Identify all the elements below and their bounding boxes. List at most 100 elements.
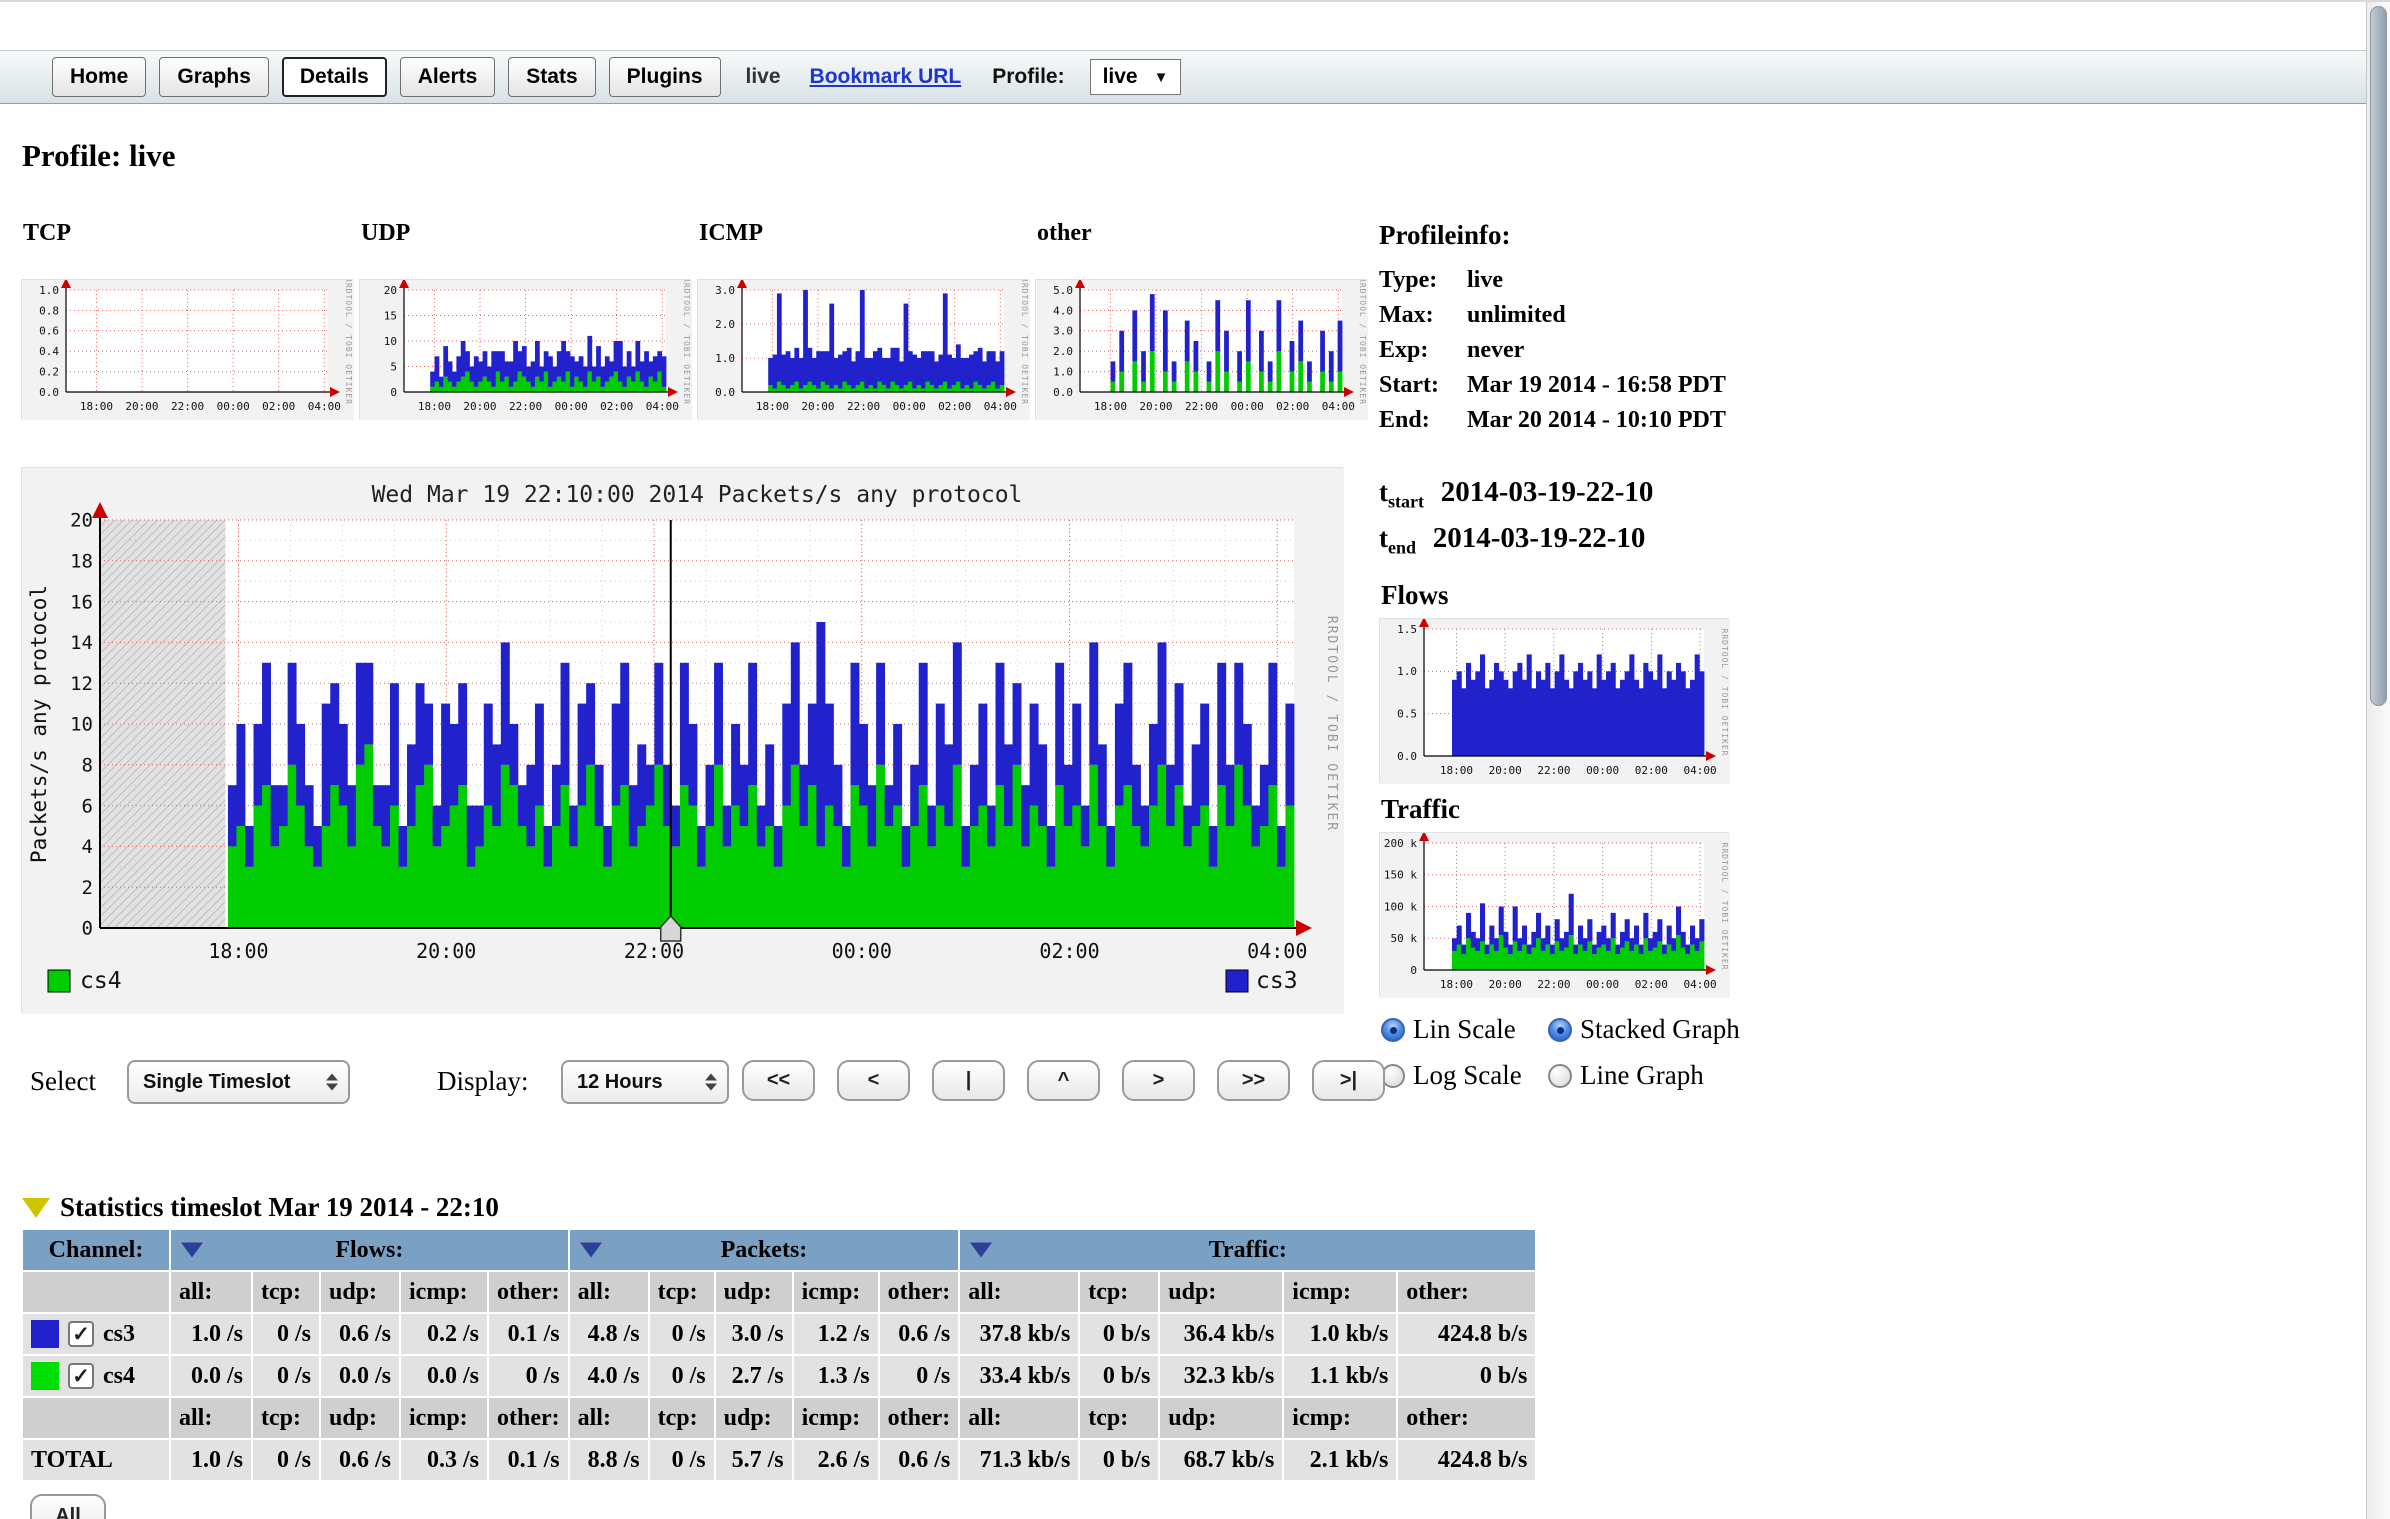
tab-stats[interactable]: Stats <box>508 57 595 97</box>
svg-text:Wed Mar 19 22:10:00 2014 Packe: Wed Mar 19 22:10:00 2014 Packets/s any p… <box>372 482 1023 508</box>
svg-text:00:00: 00:00 <box>1586 764 1619 777</box>
timeslot-select[interactable]: Single Timeslot <box>127 1060 350 1104</box>
profile-dropdown[interactable]: live ▼ <box>1090 59 1182 95</box>
up-button[interactable]: ^ <box>1027 1060 1100 1101</box>
svg-text:2.0: 2.0 <box>715 318 735 331</box>
svg-text:18:00: 18:00 <box>1094 400 1127 413</box>
all-button[interactable]: All <box>30 1494 106 1519</box>
stat-value: 0 /s <box>489 1356 568 1396</box>
svg-text:3.0: 3.0 <box>715 284 735 297</box>
svg-text:00:00: 00:00 <box>555 400 588 413</box>
forward-button[interactable]: >> <box>1217 1060 1290 1101</box>
icmp-chart-title: ICMP <box>699 220 763 247</box>
select-updown-icon <box>705 1074 717 1091</box>
svg-text:0.0: 0.0 <box>1053 386 1073 399</box>
svg-text:3.0: 3.0 <box>1053 325 1073 338</box>
udp-chart-title: UDP <box>361 220 410 247</box>
stat-value: 4.8 /s <box>570 1314 648 1354</box>
sub-header-label: other: <box>489 1398 568 1438</box>
stat-value: 3.0 /s <box>716 1314 792 1354</box>
sub-header-label: all: <box>171 1272 251 1312</box>
cs3-checkbox[interactable]: ✓ <box>68 1321 94 1347</box>
collapse-triangle-icon[interactable] <box>22 1198 50 1218</box>
chart-canvas-other: 5.04.03.02.01.00.018:0020:0022:0000:0002… <box>1036 280 1368 420</box>
svg-text:20:00: 20:00 <box>1489 978 1522 991</box>
page-end-button[interactable]: >| <box>1312 1060 1385 1101</box>
svg-text:18:00: 18:00 <box>80 400 113 413</box>
channel-cell-cs4: ✓cs4 <box>23 1356 169 1396</box>
stacked-graph-radio[interactable] <box>1548 1018 1572 1042</box>
svg-text:02:00: 02:00 <box>1635 978 1668 991</box>
sub-header-label: udp: <box>321 1398 399 1438</box>
stat-value: 424.8 b/s <box>1398 1314 1535 1354</box>
svg-text:0.8: 0.8 <box>39 304 59 317</box>
svg-text:02:00: 02:00 <box>1276 400 1309 413</box>
stat-value: 0 /s <box>650 1314 714 1354</box>
svg-text:04:00: 04:00 <box>1247 939 1307 963</box>
svg-text:18:00: 18:00 <box>208 939 268 963</box>
svg-text:00:00: 00:00 <box>832 939 892 963</box>
stat-value: 0 /s <box>650 1356 714 1396</box>
packets-group-label: Packets: <box>721 1237 808 1263</box>
flows-collapse-triangle-icon[interactable] <box>181 1243 203 1258</box>
page-title: Profile: live <box>22 138 176 174</box>
scrollbar-thumb[interactable] <box>2370 6 2387 706</box>
chart-canvas-flows: 1.51.00.50.018:0020:0022:0000:0002:0004:… <box>1380 619 1730 784</box>
page-start-button[interactable]: << <box>742 1060 815 1101</box>
tab-details[interactable]: Details <box>282 57 387 97</box>
timeslot-select-value: Single Timeslot <box>143 1071 290 1094</box>
vertical-scrollbar[interactable] <box>2366 2 2390 1519</box>
prev-button[interactable]: < <box>837 1060 910 1101</box>
stat-value: 0 /s <box>253 1356 319 1396</box>
stat-value: 0.1 /s <box>489 1314 568 1354</box>
line-graph-radio[interactable] <box>1548 1064 1572 1088</box>
svg-text:0.0: 0.0 <box>1397 750 1417 763</box>
bookmark-url-link[interactable]: Bookmark URL <box>810 65 962 89</box>
other-protocol-chart[interactable]: 5.04.03.02.01.00.018:0020:0022:0000:0002… <box>1035 279 1367 419</box>
select-updown-icon <box>326 1074 338 1091</box>
svg-text:22:00: 22:00 <box>1537 978 1570 991</box>
packets-collapse-triangle-icon[interactable] <box>580 1243 602 1258</box>
svg-text:150 k: 150 k <box>1384 869 1417 882</box>
tab-alerts[interactable]: Alerts <box>400 57 496 97</box>
cs4-checkbox[interactable]: ✓ <box>68 1363 94 1389</box>
line-graph-option: Line Graph <box>1548 1060 1704 1091</box>
display-select-value: 12 Hours <box>577 1071 663 1094</box>
stat-value: 36.4 kb/s <box>1160 1314 1282 1354</box>
display-select[interactable]: 12 Hours <box>561 1060 729 1104</box>
svg-text:16: 16 <box>70 591 93 613</box>
sub-header-label: udp: <box>716 1272 792 1312</box>
next-button[interactable]: > <box>1122 1060 1195 1101</box>
traffic-collapse-triangle-icon[interactable] <box>970 1243 992 1258</box>
lin-scale-option: Lin Scale <box>1381 1014 1516 1045</box>
udp-protocol-chart[interactable]: 2015105018:0020:0022:0000:0002:0004:00RR… <box>359 279 691 419</box>
stat-value: 68.7 kb/s <box>1160 1440 1282 1480</box>
sub-header-label: icmp: <box>1284 1398 1396 1438</box>
tab-home[interactable]: Home <box>52 57 146 97</box>
icmp-protocol-chart[interactable]: 3.02.01.00.018:0020:0022:0000:0002:0004:… <box>697 279 1029 419</box>
sub-header-label: udp: <box>321 1272 399 1312</box>
flows-chart[interactable]: 1.51.00.50.018:0020:0022:0000:0002:0004:… <box>1379 618 1729 783</box>
svg-text:RRDTOOL / TOBI OETIKER: RRDTOOL / TOBI OETIKER <box>344 280 353 405</box>
svg-text:5.0: 5.0 <box>1053 284 1073 297</box>
tab-plugins[interactable]: Plugins <box>609 57 721 97</box>
profileinfo-row: Type:live <box>1379 263 1726 298</box>
svg-text:00:00: 00:00 <box>217 400 250 413</box>
col-header-packets: Packets: <box>570 1230 959 1270</box>
svg-text:22:00: 22:00 <box>171 400 204 413</box>
svg-text:18:00: 18:00 <box>418 400 451 413</box>
stat-value: 0.6 /s <box>321 1314 399 1354</box>
lin-scale-radio[interactable] <box>1381 1018 1405 1042</box>
current-button[interactable]: | <box>932 1060 1005 1101</box>
svg-text:2.0: 2.0 <box>1053 345 1073 358</box>
tcp-protocol-chart[interactable]: 1.00.80.60.40.20.018:0020:0022:0000:0002… <box>21 279 353 419</box>
traffic-chart[interactable]: 200 k150 k100 k50 k018:0020:0022:0000:00… <box>1379 832 1729 997</box>
main-packets-chart[interactable]: 2018161412108642018:0020:0022:0000:0002:… <box>21 467 1343 1013</box>
col-header-traffic: Traffic: <box>960 1230 1535 1270</box>
svg-text:18:00: 18:00 <box>1440 764 1473 777</box>
svg-text:22:00: 22:00 <box>1185 400 1218 413</box>
sub-header-label: tcp: <box>253 1398 319 1438</box>
tab-graphs[interactable]: Graphs <box>159 57 269 97</box>
svg-text:0.6: 0.6 <box>39 325 59 338</box>
sub-header-label: all: <box>570 1398 648 1438</box>
